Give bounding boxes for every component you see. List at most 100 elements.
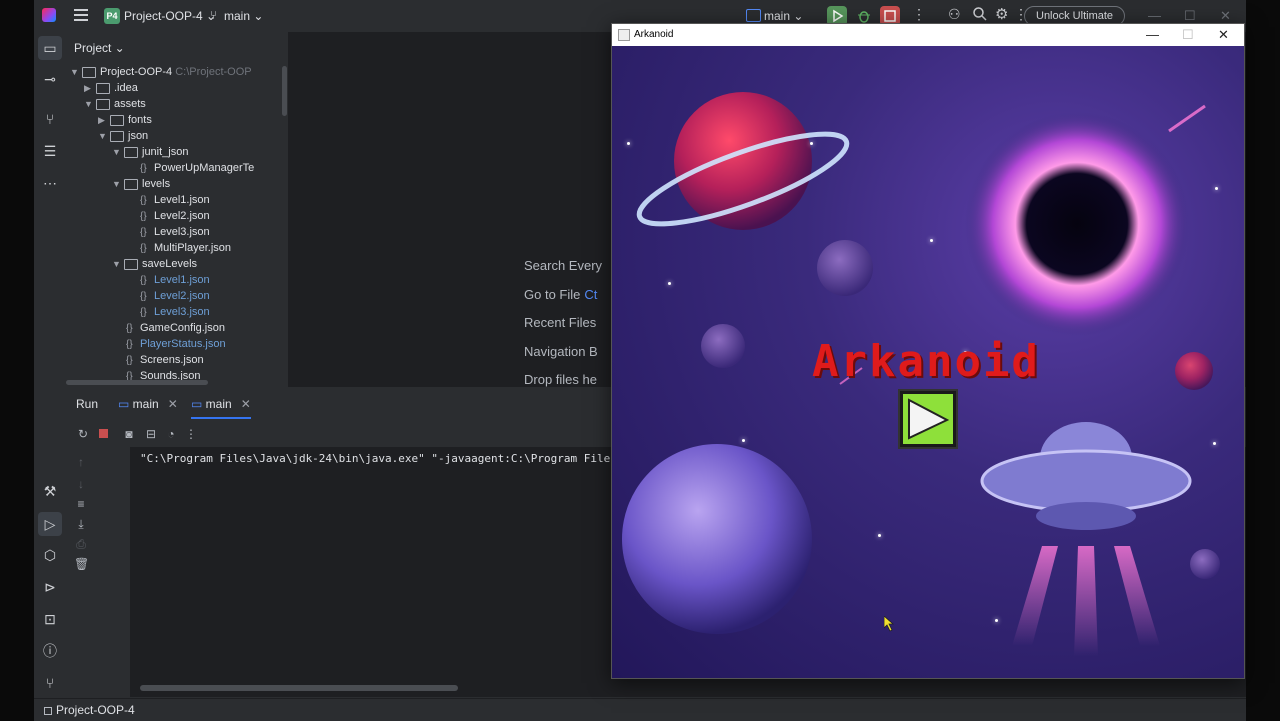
project-tool-icon[interactable]: ▭ bbox=[38, 36, 62, 60]
tab-main-1[interactable]: ▭ main ✕ bbox=[118, 397, 178, 411]
tab-label: main bbox=[205, 397, 232, 411]
chevron-down-icon: ▼ bbox=[112, 147, 121, 157]
structure-icon[interactable]: ☰ bbox=[41, 142, 59, 160]
pull-requests-icon[interactable]: ⑂ bbox=[41, 110, 59, 128]
tree-item-label: json bbox=[128, 130, 149, 142]
project-switcher[interactable]: Project-OOP-4 ⌄ bbox=[124, 9, 216, 23]
intellij-logo-icon[interactable] bbox=[42, 8, 56, 22]
hint-go-to-file-shortcut: Ct bbox=[584, 287, 598, 302]
tree-item[interactable]: ▼ levels bbox=[112, 176, 170, 192]
profiler-icon[interactable]: ◔ bbox=[164, 427, 178, 441]
project-panel-title[interactable]: Project ⌄ bbox=[74, 41, 125, 55]
run-tool-icon[interactable]: ▷ bbox=[38, 512, 62, 536]
tree-item[interactable]: {} Level1.json bbox=[140, 192, 210, 208]
game-canvas[interactable]: Arkanoid bbox=[612, 46, 1244, 678]
json-file-icon: {} bbox=[140, 243, 147, 254]
arkanoid-title-bar: Arkanoid — ☐ ✕ bbox=[612, 24, 1244, 46]
tree-item[interactable]: ▼ junit_json bbox=[112, 144, 188, 160]
run-configuration-select[interactable]: main ⌄ bbox=[764, 9, 803, 23]
play-button[interactable] bbox=[898, 389, 958, 449]
soft-wrap-icon[interactable]: ≡ bbox=[74, 497, 88, 511]
tree-item-label: Screens.json bbox=[140, 354, 204, 366]
console-horizontal-scrollbar[interactable] bbox=[140, 685, 458, 691]
status-bar: Project-OOP-4 bbox=[34, 698, 1246, 721]
chevron-right-icon: ▶ bbox=[84, 83, 91, 93]
tree-item-label: MultiPlayer.json bbox=[154, 242, 232, 254]
json-file-icon: {} bbox=[126, 339, 133, 350]
more-actions-icon[interactable]: ⋮ bbox=[912, 6, 926, 23]
tree-vertical-scrollbar[interactable] bbox=[282, 66, 287, 116]
tree-item[interactable]: ▶ fonts bbox=[98, 112, 152, 128]
services-icon[interactable]: ⬡ bbox=[41, 546, 59, 564]
close-icon[interactable]: ✕ bbox=[1220, 8, 1231, 24]
tree-item[interactable]: {} Level2.json bbox=[140, 288, 210, 304]
dump-threads-icon[interactable]: ⊟ bbox=[144, 427, 158, 441]
tree-item-label: levels bbox=[142, 178, 171, 190]
folder-icon bbox=[124, 178, 138, 190]
folder-icon bbox=[124, 258, 138, 270]
settings-gear-icon[interactable]: ⚙ bbox=[995, 5, 1008, 23]
commit-tool-icon[interactable]: ⊸ bbox=[41, 70, 59, 88]
tree-item[interactable]: ▶ .idea bbox=[84, 80, 138, 96]
close-icon[interactable]: ✕ bbox=[1218, 27, 1229, 43]
tree-item[interactable]: {} PlayerStatus.json bbox=[126, 336, 226, 352]
code-with-me-icon[interactable]: ⚇ bbox=[948, 6, 961, 23]
tree-item[interactable]: ▼ assets bbox=[84, 96, 146, 112]
minimize-icon[interactable]: — bbox=[1146, 27, 1159, 42]
close-tab-icon[interactable]: ✕ bbox=[168, 397, 178, 411]
tree-item[interactable]: {} Screens.json bbox=[126, 352, 204, 368]
branch-switcher[interactable]: main ⌄ bbox=[224, 9, 263, 23]
tree-item-label: Level3.json bbox=[154, 226, 210, 238]
print-icon[interactable]: ⎙ bbox=[74, 537, 88, 551]
tree-item-label: junit_json bbox=[142, 146, 189, 158]
scroll-up-icon[interactable]: ↑ bbox=[74, 455, 88, 469]
json-file-icon: {} bbox=[140, 275, 147, 286]
json-file-icon: {} bbox=[140, 195, 147, 206]
tree-item[interactable]: {} Level1.json bbox=[140, 272, 210, 288]
root-name: Project-OOP-4 bbox=[100, 66, 173, 78]
tree-item[interactable]: {} MultiPlayer.json bbox=[140, 240, 231, 256]
maximize-icon[interactable]: ☐ bbox=[1184, 8, 1196, 24]
scroll-to-end-icon[interactable]: ⤓ bbox=[74, 517, 88, 531]
minimize-icon[interactable]: — bbox=[1148, 8, 1161, 23]
scroll-down-icon[interactable]: ↓ bbox=[74, 477, 88, 491]
tab-main-2[interactable]: ▭ main ✕ bbox=[191, 397, 251, 419]
build-hammer-icon[interactable]: ⚒ bbox=[41, 482, 59, 500]
tree-root[interactable]: ▼ Project-OOP-4 C:\Project-OOP bbox=[70, 64, 252, 80]
main-menu-icon[interactable] bbox=[74, 9, 88, 21]
chevron-down-icon: ▼ bbox=[112, 179, 121, 189]
problems-icon[interactable]: ⓘ bbox=[41, 642, 59, 660]
screenshot-icon[interactable]: ◙ bbox=[122, 427, 136, 441]
maximize-icon[interactable]: ☐ bbox=[1182, 27, 1194, 43]
stop-icon[interactable] bbox=[96, 427, 110, 441]
run-config-icon: ▭ bbox=[118, 397, 133, 411]
star bbox=[1213, 442, 1216, 445]
purple-planet bbox=[622, 444, 812, 634]
tree-item[interactable]: ▼ saveLevels bbox=[112, 256, 197, 272]
more-tools-icon[interactable]: ⋯ bbox=[41, 174, 59, 192]
debug-tool-icon[interactable]: ⊳ bbox=[41, 578, 59, 596]
tree-item-label: fonts bbox=[128, 114, 152, 126]
star bbox=[878, 534, 881, 537]
more-icon[interactable]: ⋮ bbox=[184, 427, 198, 441]
rerun-icon[interactable]: ↻ bbox=[76, 427, 90, 441]
git-icon[interactable]: ⑂ bbox=[41, 674, 59, 692]
tree-item[interactable]: {} PowerUpManagerTe bbox=[140, 160, 254, 176]
trash-icon[interactable]: 🗑 bbox=[74, 557, 89, 571]
folder-icon bbox=[124, 146, 138, 158]
terminal-icon[interactable]: ⊡ bbox=[41, 610, 59, 628]
mouse-cursor-icon bbox=[884, 616, 895, 632]
tree-item[interactable]: {} Level3.json bbox=[140, 224, 210, 240]
tree-item[interactable]: ▼ json bbox=[98, 128, 148, 144]
branch-icon: ⑂ bbox=[210, 8, 218, 22]
status-project-name[interactable]: Project-OOP-4 bbox=[56, 703, 135, 717]
project-badge: P4 bbox=[104, 8, 120, 24]
chevron-down-icon: ▼ bbox=[70, 67, 79, 77]
chevron-down-icon: ▼ bbox=[112, 259, 121, 269]
small-planet-2 bbox=[701, 324, 745, 368]
tree-horizontal-scrollbar[interactable] bbox=[66, 380, 208, 385]
tree-item[interactable]: {} Level2.json bbox=[140, 208, 210, 224]
tree-item[interactable]: {} Level3.json bbox=[140, 304, 210, 320]
close-tab-icon[interactable]: ✕ bbox=[241, 397, 251, 411]
tree-item[interactable]: {} GameConfig.json bbox=[126, 320, 225, 336]
